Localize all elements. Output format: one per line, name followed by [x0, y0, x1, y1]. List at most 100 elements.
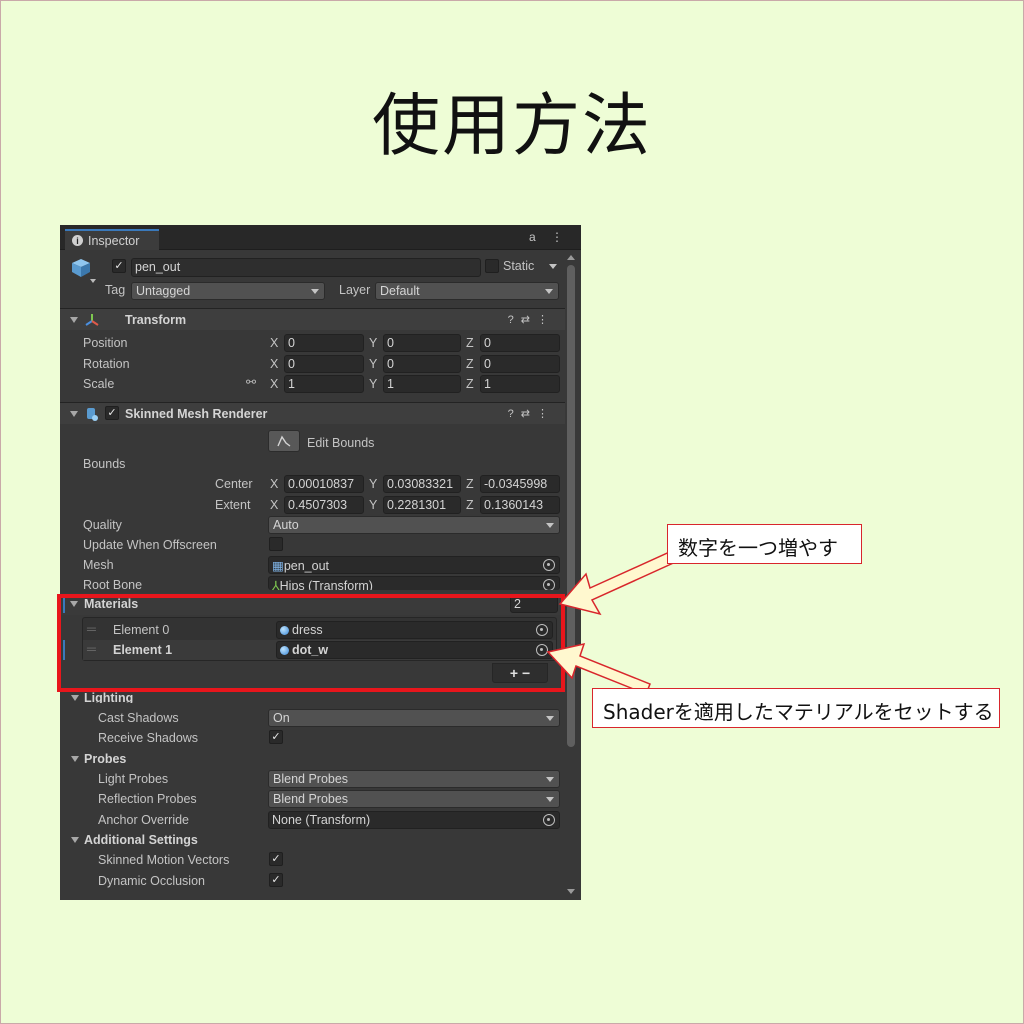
anchor-override-label: Anchor Override	[98, 813, 190, 827]
quality-dropdown[interactable]: Auto	[268, 516, 560, 534]
lighting-label[interactable]: Lighting	[84, 691, 133, 703]
root-bone-value: Hips (Transform)	[279, 579, 373, 590]
transform-small-icon: ⅄	[272, 579, 280, 590]
light-probes-dropdown[interactable]: Blend Probes	[268, 770, 560, 788]
axis-x-label: X	[270, 498, 279, 512]
position-label: Position	[83, 336, 128, 350]
object-picker-icon[interactable]	[543, 579, 555, 590]
cast-shadows-value: On	[273, 711, 290, 725]
constrain-proportions-icon[interactable]: ⚯	[246, 375, 256, 389]
rotation-y-input[interactable]: 0	[383, 355, 461, 373]
inspector-content: ✓ pen_out Static Tag Untagged Layer Defa…	[60, 251, 565, 900]
receive-shadows-label: Receive Shadows	[98, 731, 199, 745]
tab-inspector[interactable]: i Inspector	[65, 229, 159, 250]
component-help-preset-menu-icons[interactable]: ?⇄⋮	[508, 407, 555, 420]
probes-label[interactable]: Probes	[84, 752, 126, 766]
chevron-down-icon	[546, 716, 554, 721]
center-label: Center	[215, 477, 253, 491]
static-checkbox[interactable]	[485, 259, 499, 273]
axis-y-label: Y	[369, 377, 378, 391]
extent-z-input[interactable]: 0.1360143	[480, 496, 560, 514]
inspector-panel: i Inspector a ⋮ ✓ pen_out Static Tag Unt…	[60, 225, 581, 900]
chevron-down-icon	[311, 289, 319, 294]
cast-shadows-dropdown[interactable]: On	[268, 709, 560, 727]
center-z-input[interactable]: -0.0345998	[480, 475, 560, 493]
foldout-arrow-icon[interactable]	[71, 756, 79, 762]
callout-increment-number: 数字を一つ増やす	[667, 524, 862, 564]
skinned-motion-vectors-checkbox[interactable]: ✓	[269, 852, 283, 866]
position-y-input[interactable]: 0	[383, 334, 461, 352]
slide-title: 使用方法	[371, 87, 652, 166]
foldout-arrow-icon	[70, 317, 78, 323]
info-icon: i	[72, 235, 83, 246]
renderer-enabled-checkbox[interactable]: ✓	[105, 406, 119, 420]
root-bone-object-field[interactable]: ⅄Hips (Transform)	[268, 576, 560, 590]
update-when-offscreen-checkbox[interactable]	[269, 537, 283, 551]
skinned-mesh-renderer-header[interactable]: ✓ Skinned Mesh Renderer ?⇄⋮	[60, 402, 565, 424]
edit-bounds-button[interactable]	[268, 430, 300, 452]
chevron-down-icon	[546, 777, 554, 782]
skinned-motion-vectors-label: Skinned Motion Vectors	[98, 853, 230, 867]
axis-x-label: X	[270, 477, 279, 491]
scroll-down-arrow[interactable]	[567, 889, 575, 894]
axis-z-label: Z	[466, 477, 474, 491]
reflection-probes-value: Blend Probes	[273, 792, 349, 806]
layer-value: Default	[380, 284, 420, 298]
quality-value: Auto	[273, 518, 299, 532]
extent-x-input[interactable]: 0.4507303	[284, 496, 364, 514]
anchor-override-field[interactable]: None (Transform)	[268, 811, 560, 829]
extent-y-input[interactable]: 0.2281301	[383, 496, 461, 514]
root-bone-label: Root Bone	[83, 578, 143, 589]
scale-x-input[interactable]: 1	[284, 375, 364, 393]
axis-x-label: X	[270, 336, 279, 350]
static-dropdown-caret[interactable]	[549, 264, 557, 269]
transform-header[interactable]: Transform ?⇄⋮	[60, 308, 565, 330]
center-y-input[interactable]: 0.03083321	[383, 475, 461, 493]
edit-bounds-label: Edit Bounds	[307, 436, 375, 450]
rotation-label: Rotation	[83, 357, 130, 371]
position-x-input[interactable]: 0	[284, 334, 364, 352]
layer-dropdown[interactable]: Default	[375, 282, 559, 300]
mesh-object-field[interactable]: ▦pen_out	[268, 556, 560, 574]
tag-value: Untagged	[136, 284, 191, 298]
rotation-x-input[interactable]: 0	[284, 355, 364, 373]
scale-z-input[interactable]: 1	[480, 375, 560, 393]
chevron-down-icon	[546, 523, 554, 528]
tag-label: Tag	[105, 283, 126, 297]
light-probes-value: Blend Probes	[273, 772, 349, 786]
foldout-arrow-icon	[70, 411, 78, 417]
mesh-grid-icon: ▦	[272, 559, 284, 573]
position-z-input[interactable]: 0	[480, 334, 560, 352]
transform-icon	[85, 314, 99, 326]
reflection-probes-label: Reflection Probes	[98, 792, 197, 806]
lock-menu-icons[interactable]: a ⋮	[529, 230, 569, 244]
reflection-probes-dropdown[interactable]: Blend Probes	[268, 790, 560, 808]
axis-y-label: Y	[369, 336, 378, 350]
active-checkbox[interactable]: ✓	[112, 259, 126, 273]
tab-inspector-label: Inspector	[88, 233, 140, 248]
object-picker-icon[interactable]	[543, 559, 555, 571]
axis-z-label: Z	[466, 336, 474, 350]
tag-dropdown[interactable]: Untagged	[131, 282, 325, 300]
additional-settings-label[interactable]: Additional Settings	[84, 833, 198, 847]
mesh-label: Mesh	[83, 558, 114, 572]
rotation-z-input[interactable]: 0	[480, 355, 560, 373]
static-label: Static	[503, 259, 535, 273]
vertical-scrollbar[interactable]	[567, 265, 575, 747]
component-help-preset-menu-icons[interactable]: ?⇄⋮	[508, 313, 555, 326]
receive-shadows-checkbox[interactable]: ✓	[269, 730, 283, 744]
icon-dropdown-caret[interactable]	[90, 279, 96, 283]
cast-shadows-label: Cast Shadows	[98, 711, 179, 725]
foldout-arrow-icon[interactable]	[71, 837, 79, 843]
object-name-input[interactable]: pen_out	[131, 258, 481, 277]
dynamic-occlusion-checkbox[interactable]: ✓	[269, 873, 283, 887]
gameobject-cube-icon	[72, 259, 90, 277]
foldout-arrow-icon[interactable]	[71, 695, 79, 701]
scale-y-input[interactable]: 1	[383, 375, 461, 393]
anchor-override-value: None (Transform)	[272, 813, 371, 827]
axis-z-label: Z	[466, 357, 474, 371]
update-when-offscreen-label: Update When Offscreen	[83, 538, 217, 552]
object-picker-icon[interactable]	[543, 814, 555, 826]
center-x-input[interactable]: 0.00010837	[284, 475, 364, 493]
scroll-up-arrow[interactable]	[567, 255, 575, 260]
